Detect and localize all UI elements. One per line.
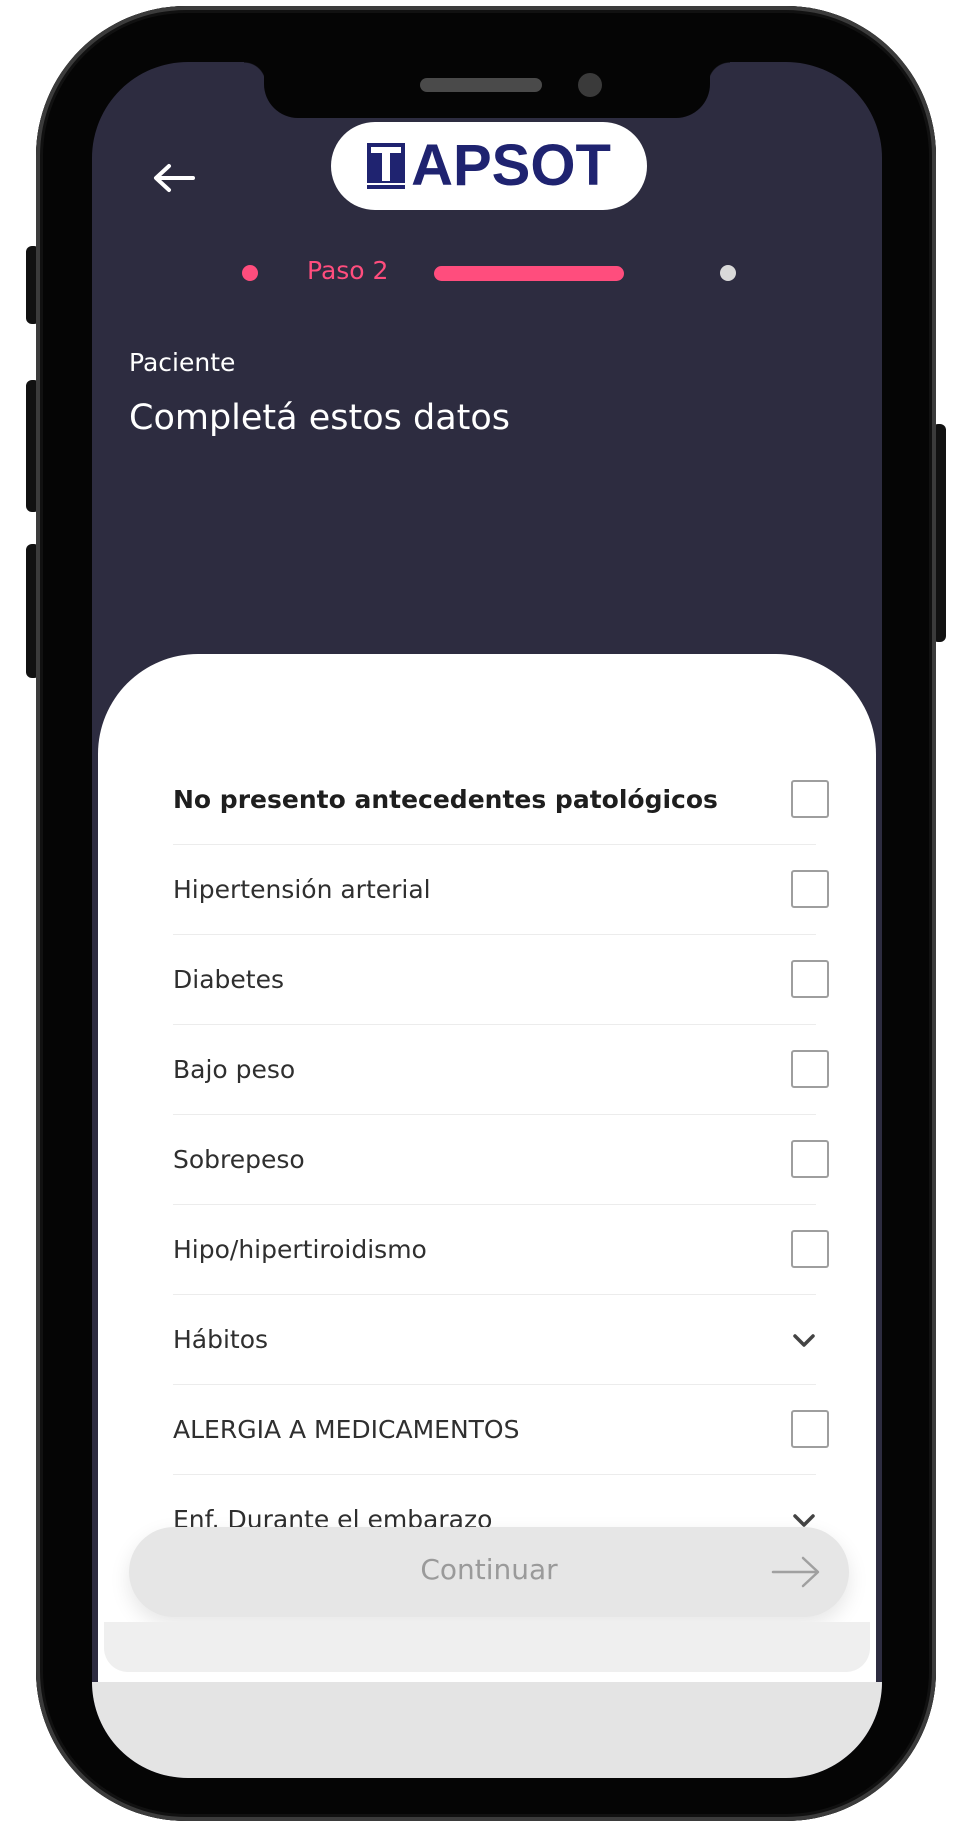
checkbox[interactable] — [791, 780, 829, 818]
option-label: Hipo/hipertiroidismo — [173, 1234, 427, 1264]
option-label: No presento antecedentes patológicos — [173, 784, 718, 814]
app-screen: APSOT Paso 2 Paciente Completá estos dat… — [92, 62, 882, 1778]
checkbox[interactable] — [791, 1410, 829, 1448]
checkbox[interactable] — [791, 870, 829, 908]
step-label: Paso 2 — [307, 256, 389, 285]
apsot-logo: APSOT — [331, 122, 647, 210]
step-dot-next — [720, 265, 736, 281]
section-label: Paciente — [129, 348, 236, 377]
back-button[interactable] — [144, 148, 204, 208]
page-title: Completá estos datos — [129, 398, 511, 438]
dropdown-habitos[interactable]: Hábitos — [173, 1294, 829, 1384]
checkbox[interactable] — [791, 960, 829, 998]
conditions-list: No presento antecedentes patológicos Hip… — [173, 754, 829, 1564]
option-diabetes[interactable]: Diabetes — [173, 934, 829, 1024]
option-label: Hipertensión arterial — [173, 874, 431, 904]
logo-text: APSOT — [411, 133, 611, 198]
option-hipertension[interactable]: Hipertensión arterial — [173, 844, 829, 934]
chevron-down-icon[interactable] — [791, 1328, 817, 1354]
step-progress: Paso 2 — [92, 252, 882, 292]
device-frame: APSOT Paso 2 Paciente Completá estos dat… — [0, 0, 961, 1825]
option-label: Sobrepeso — [173, 1144, 305, 1174]
checkbox[interactable] — [791, 1140, 829, 1178]
option-alergia-medicamentos[interactable]: ALERGIA A MEDICAMENTOS — [173, 1384, 829, 1474]
techint-logo-mark — [367, 143, 406, 189]
continue-button[interactable]: Continuar — [129, 1527, 849, 1617]
option-label: ALERGIA A MEDICAMENTOS — [173, 1414, 520, 1444]
checkbox[interactable] — [791, 1230, 829, 1268]
option-no-antecedentes[interactable]: No presento antecedentes patológicos — [173, 754, 829, 844]
option-sobrepeso[interactable]: Sobrepeso — [173, 1114, 829, 1204]
step-dot-previous — [242, 265, 258, 281]
checkbox[interactable] — [791, 1050, 829, 1088]
option-label: Hábitos — [173, 1324, 269, 1354]
arrow-right-icon — [771, 1556, 820, 1588]
front-camera — [578, 73, 602, 97]
option-hipo-hipertiroidismo[interactable]: Hipo/hipertiroidismo — [173, 1204, 829, 1294]
continue-label: Continuar — [420, 1553, 558, 1586]
option-label: Bajo peso — [173, 1054, 296, 1084]
option-label: Diabetes — [173, 964, 284, 994]
arrow-left-icon — [154, 164, 195, 192]
background-card-edge — [104, 1622, 870, 1672]
speaker-grille — [420, 78, 542, 92]
step-progress-bar — [434, 266, 624, 281]
bottom-safe-area — [92, 1682, 882, 1778]
option-bajo-peso[interactable]: Bajo peso — [173, 1024, 829, 1114]
